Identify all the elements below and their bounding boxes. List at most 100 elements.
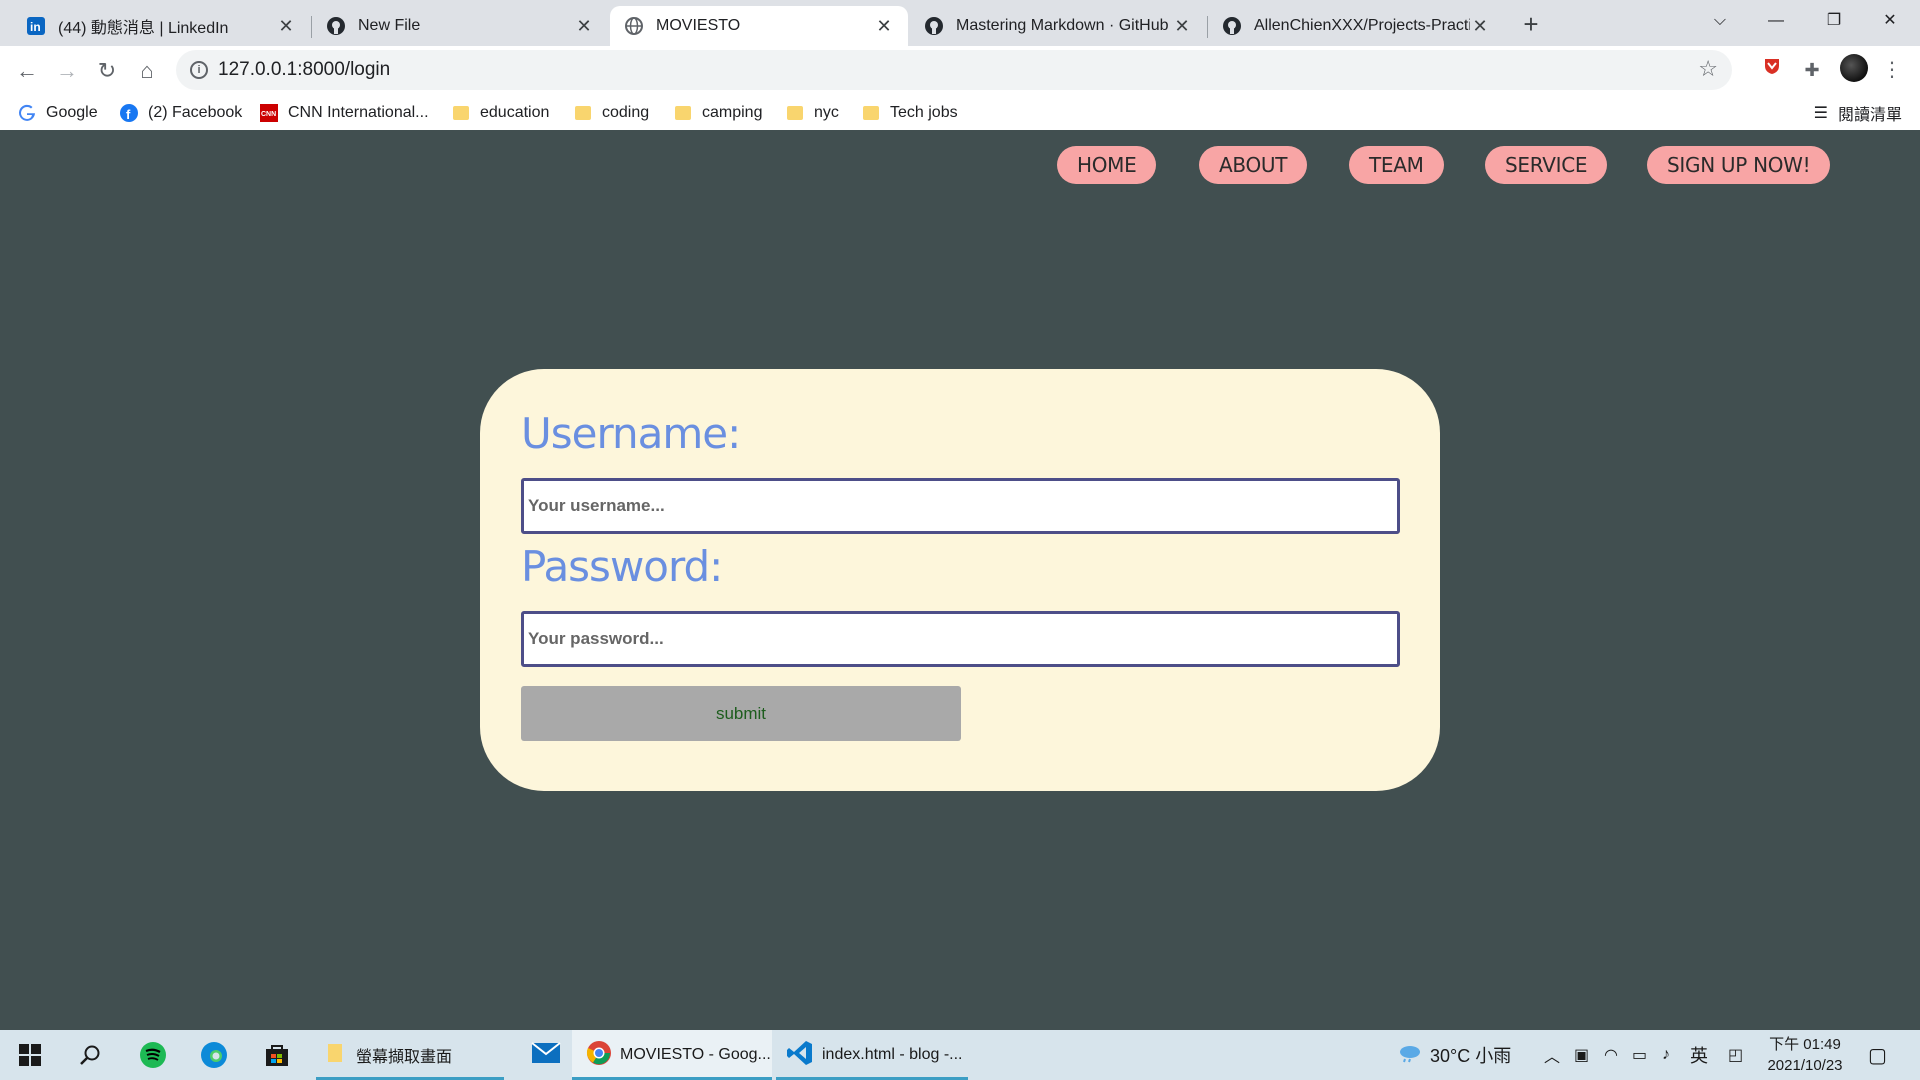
tab-title: Mastering Markdown · GitHub — [956, 17, 1169, 34]
cnn-icon: CNN — [260, 104, 278, 122]
taskbar-app-label: 螢幕擷取畫面 — [356, 1049, 453, 1066]
weather-widget[interactable]: 30°C 小雨 — [1398, 1030, 1511, 1080]
submit-button[interactable]: submit — [521, 686, 961, 741]
taskbar-app-label: index.html - blog -... — [822, 1046, 963, 1063]
github-icon — [326, 16, 346, 36]
nav-home[interactable]: HOME — [1057, 146, 1157, 184]
github-icon — [1222, 16, 1242, 36]
bookmark-google[interactable]: Google — [18, 101, 98, 125]
vscode-icon — [786, 1039, 814, 1072]
svg-text:f: f — [126, 107, 131, 122]
menu-kebab-icon[interactable]: ⋮ — [1878, 56, 1906, 84]
url-text: 127.0.0.1:8000/login — [218, 59, 391, 80]
folder-icon — [674, 104, 692, 122]
nav-about[interactable]: ABOUT — [1199, 146, 1308, 184]
back-arrow-icon[interactable]: ← — [10, 54, 44, 88]
clock-time: 下午 01:49 — [1769, 1036, 1841, 1053]
taskbar-app-explorer[interactable]: 螢幕擷取畫面 — [316, 1030, 504, 1080]
reading-list-label: 閱讀清單 — [1837, 107, 1902, 124]
extension-shield-icon[interactable] — [1758, 56, 1786, 84]
taskbar-app-mail[interactable] — [520, 1030, 572, 1080]
close-icon[interactable]: ✕ — [276, 16, 296, 36]
taskbar-app-chrome[interactable]: MOVIESTO - Goog... — [572, 1030, 772, 1080]
nav-sign-up[interactable]: SIGN UP NOW! — [1647, 146, 1831, 184]
weather-text: 30°C 小雨 — [1430, 1046, 1512, 1066]
wifi-icon[interactable]: ◠ — [1604, 1030, 1618, 1080]
home-icon[interactable]: ⌂ — [130, 54, 164, 88]
file-explorer-icon — [326, 1042, 344, 1069]
edge-icon[interactable] — [198, 1039, 230, 1071]
avatar[interactable] — [1840, 54, 1868, 82]
info-icon[interactable]: i — [190, 61, 208, 79]
minimize-icon[interactable]: — — [1748, 6, 1804, 36]
reading-list[interactable]: ☰ 閱讀清單 — [1814, 101, 1902, 125]
new-tab-button[interactable]: + — [1515, 9, 1547, 41]
search-icon[interactable] — [74, 1039, 106, 1071]
taskbar: 螢幕擷取畫面 MOVIESTO - Goog... index.html - b… — [0, 1030, 1920, 1080]
mail-icon — [531, 1041, 561, 1069]
bookmark-folder-coding[interactable]: coding — [574, 101, 649, 125]
bookmark-label: nyc — [814, 104, 839, 121]
focus-assist-icon[interactable]: ◰ — [1728, 1030, 1743, 1080]
google-icon — [18, 104, 36, 122]
nav-team[interactable]: TEAM — [1349, 146, 1444, 184]
system-clock[interactable]: 下午 01:49 2021/10/23 — [1760, 1034, 1850, 1076]
password-label: Password: — [521, 542, 723, 591]
bookmark-star-icon[interactable]: ☆ — [1698, 56, 1718, 82]
folder-icon — [786, 104, 804, 122]
taskbar-app-label: MOVIESTO - Goog... — [620, 1046, 771, 1063]
close-icon[interactable]: ✕ — [1172, 16, 1192, 36]
tab-mastering-markdown[interactable]: Mastering Markdown · GitHub ✕ — [910, 6, 1206, 46]
battery-icon[interactable]: ▭ — [1632, 1030, 1647, 1080]
store-icon[interactable] — [261, 1039, 293, 1071]
spotify-icon[interactable] — [137, 1039, 169, 1071]
bookmark-cnn[interactable]: CNN CNN International... — [260, 101, 429, 125]
globe-icon — [624, 16, 644, 36]
facebook-icon: f — [120, 104, 138, 122]
tab-title: MOVIESTO — [656, 17, 741, 34]
taskbar-app-vscode[interactable]: index.html - blog -... — [776, 1030, 968, 1080]
forward-arrow-icon[interactable]: → — [50, 54, 84, 88]
folder-icon — [862, 104, 880, 122]
username-input[interactable]: Your username... — [521, 478, 1400, 534]
tab-title: (44) 動態消息 | LinkedIn — [58, 20, 229, 37]
reload-icon[interactable]: ↻ — [90, 54, 124, 88]
bookmark-label: Tech jobs — [890, 104, 958, 121]
close-icon[interactable]: ✕ — [1470, 16, 1490, 36]
rain-cloud-icon — [1398, 1043, 1422, 1068]
bookmark-label: CNN International... — [288, 104, 429, 121]
svg-text:in: in — [30, 20, 41, 34]
restore-icon[interactable]: ❐ — [1806, 6, 1862, 36]
chrome-icon — [586, 1040, 612, 1071]
tab-moviesto[interactable]: MOVIESTO ✕ — [610, 6, 908, 46]
github-icon — [924, 16, 944, 36]
bookmark-folder-education[interactable]: education — [452, 101, 549, 125]
meet-now-icon[interactable]: ▣ — [1574, 1030, 1589, 1080]
close-icon[interactable]: ✕ — [874, 16, 894, 36]
window-close-icon[interactable]: ✕ — [1862, 6, 1918, 36]
bookmark-facebook[interactable]: f (2) Facebook — [120, 101, 242, 125]
password-input[interactable]: Your password... — [521, 611, 1400, 667]
volume-icon[interactable]: ♪ — [1662, 1030, 1670, 1080]
tab-search-chevron-icon[interactable]: ⌵ — [1692, 6, 1748, 36]
tab-new-file[interactable]: New File ✕ — [312, 6, 608, 46]
tab-linkedin[interactable]: in (44) 動態消息 | LinkedIn ✕ — [12, 6, 310, 46]
bookmark-folder-camping[interactable]: camping — [674, 101, 762, 125]
folder-icon — [574, 104, 592, 122]
bookmark-label: education — [480, 104, 550, 121]
linkedin-icon: in — [26, 16, 46, 36]
tab-projects-practice[interactable]: AllenChienXXX/Projects-Practic ✕ — [1208, 6, 1504, 46]
notification-icon[interactable]: ▢ — [1868, 1030, 1887, 1080]
close-icon[interactable]: ✕ — [574, 16, 594, 36]
bookmark-folder-nyc[interactable]: nyc — [786, 101, 839, 125]
ime-indicator[interactable]: 英 — [1690, 1030, 1708, 1080]
bookmark-folder-tech-jobs[interactable]: Tech jobs — [862, 101, 958, 125]
bookmark-label: camping — [702, 104, 763, 121]
extensions-puzzle-icon[interactable]: ✚ — [1798, 56, 1826, 84]
browser-toolbar: ← → ↻ ⌂ i 127.0.0.1:8000/login ☆ ✚ ⋮ Goo… — [0, 46, 1920, 130]
windows-start-icon[interactable] — [14, 1039, 46, 1071]
tray-chevron-icon[interactable]: ︿ — [1544, 1030, 1560, 1080]
address-bar[interactable]: i 127.0.0.1:8000/login ☆ — [176, 50, 1732, 90]
nav-service[interactable]: SERVICE — [1485, 146, 1608, 184]
svg-text:CNN: CNN — [261, 111, 276, 118]
